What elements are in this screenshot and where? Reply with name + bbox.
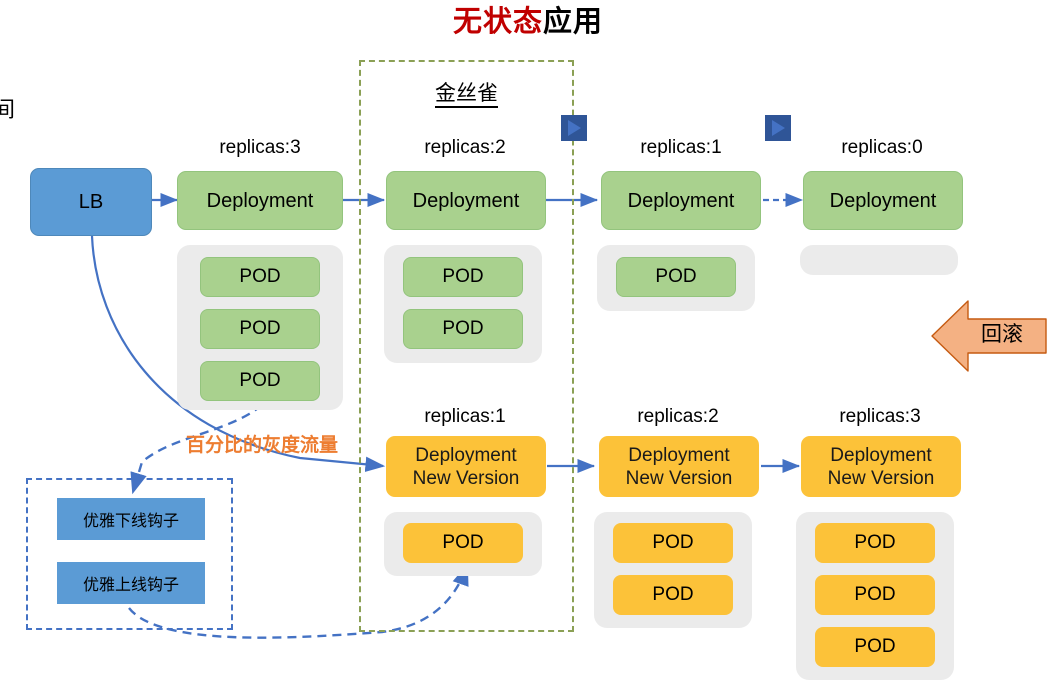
pod-label: POD bbox=[442, 266, 484, 287]
deployment-line1: Deployment bbox=[415, 444, 517, 466]
pod-node[interactable]: POD bbox=[613, 575, 733, 615]
deployment-new-version-label: Deployment New Version bbox=[828, 444, 935, 490]
play-triangle-icon bbox=[567, 120, 581, 136]
pod-node[interactable]: POD bbox=[403, 257, 523, 297]
replicas-label-old-3: replicas:1 bbox=[640, 137, 722, 158]
pod-label: POD bbox=[854, 584, 896, 605]
play-marker-icon-2[interactable] bbox=[765, 115, 791, 141]
page-title: 无状态应用 bbox=[0, 4, 1056, 40]
page-title-rest: 应用 bbox=[543, 6, 604, 38]
deployment-new-version-label: Deployment New Version bbox=[626, 444, 733, 490]
replicas-label-old-1: replicas:3 bbox=[219, 137, 301, 158]
deployment-label: Deployment bbox=[627, 189, 735, 212]
deployment-node-old-1[interactable]: Deployment bbox=[177, 171, 343, 230]
pod-group-new-1: POD bbox=[384, 512, 542, 576]
graceful-online-hook-node[interactable]: 优雅上线钩子 bbox=[57, 562, 205, 604]
pod-group-old-4-empty bbox=[800, 245, 958, 275]
replicas-label-old-4: replicas:0 bbox=[841, 137, 923, 158]
pod-node[interactable]: POD bbox=[200, 257, 320, 297]
deployment-node-new-3[interactable]: Deployment New Version bbox=[801, 436, 961, 497]
pod-label: POD bbox=[442, 532, 484, 553]
pod-label: POD bbox=[652, 532, 694, 553]
deployment-node-old-4[interactable]: Deployment bbox=[803, 171, 963, 230]
page-title-highlight: 无状态 bbox=[452, 6, 543, 38]
play-triangle-icon bbox=[771, 120, 785, 136]
pod-node[interactable]: POD bbox=[815, 523, 935, 563]
lb-label: LB bbox=[78, 191, 104, 213]
deployment-line2: New Version bbox=[412, 467, 520, 489]
deployment-line1: Deployment bbox=[830, 444, 932, 466]
replicas-label-new-2: replicas:2 bbox=[637, 406, 719, 427]
pod-node[interactable]: POD bbox=[613, 523, 733, 563]
deployment-node-new-2[interactable]: Deployment New Version bbox=[599, 436, 759, 497]
pod-label: POD bbox=[239, 318, 281, 339]
deployment-label: Deployment bbox=[412, 189, 520, 212]
play-marker-icon-1[interactable] bbox=[561, 115, 587, 141]
pod-node[interactable]: POD bbox=[200, 361, 320, 401]
pod-node[interactable]: POD bbox=[200, 309, 320, 349]
pod-group-new-3: POD POD POD bbox=[796, 512, 954, 680]
pod-label: POD bbox=[652, 584, 694, 605]
pod-label: POD bbox=[655, 266, 697, 287]
diagram-canvas: 无状态应用 间 金丝雀 LB replicas:3 Deployment POD… bbox=[0, 0, 1056, 692]
deployment-new-version-label: Deployment New Version bbox=[413, 444, 520, 490]
cropped-edge-glyph: 间 bbox=[0, 97, 16, 122]
hook-label: 优雅上线钩子 bbox=[82, 577, 179, 594]
gray-traffic-label: 百分比的灰度流量 bbox=[186, 435, 339, 456]
rollback-label: 回滚 bbox=[981, 323, 1023, 346]
replicas-label-new-1: replicas:1 bbox=[424, 406, 506, 427]
pod-label: POD bbox=[239, 370, 281, 391]
replicas-label-new-3: replicas:3 bbox=[839, 406, 921, 427]
deployment-node-new-1[interactable]: Deployment New Version bbox=[386, 436, 546, 497]
pod-group-old-1: POD POD POD bbox=[177, 245, 343, 410]
deployment-node-old-2[interactable]: Deployment bbox=[386, 171, 546, 230]
pod-node[interactable]: POD bbox=[616, 257, 736, 297]
deployment-label: Deployment bbox=[829, 189, 937, 212]
canary-label: 金丝雀 bbox=[359, 80, 574, 108]
pod-node[interactable]: POD bbox=[815, 627, 935, 667]
pod-group-old-2: POD POD bbox=[384, 245, 542, 363]
pod-group-old-3: POD bbox=[597, 245, 755, 311]
pod-label: POD bbox=[442, 318, 484, 339]
pod-node[interactable]: POD bbox=[403, 523, 523, 563]
graceful-offline-hook-node[interactable]: 优雅下线钩子 bbox=[57, 498, 205, 540]
pod-label: POD bbox=[854, 636, 896, 657]
pod-label: POD bbox=[239, 266, 281, 287]
replicas-label-old-2: replicas:2 bbox=[424, 137, 506, 158]
deployment-line2: New Version bbox=[827, 467, 935, 489]
deployment-line1: Deployment bbox=[628, 444, 730, 466]
deployment-label: Deployment bbox=[206, 189, 314, 212]
pod-group-new-2: POD POD bbox=[594, 512, 752, 628]
lb-node[interactable]: LB bbox=[30, 168, 152, 236]
pod-label: POD bbox=[854, 532, 896, 553]
hook-label: 优雅下线钩子 bbox=[82, 513, 179, 530]
deployment-line2: New Version bbox=[625, 467, 733, 489]
pod-node[interactable]: POD bbox=[403, 309, 523, 349]
pod-node[interactable]: POD bbox=[815, 575, 935, 615]
deployment-node-old-3[interactable]: Deployment bbox=[601, 171, 761, 230]
